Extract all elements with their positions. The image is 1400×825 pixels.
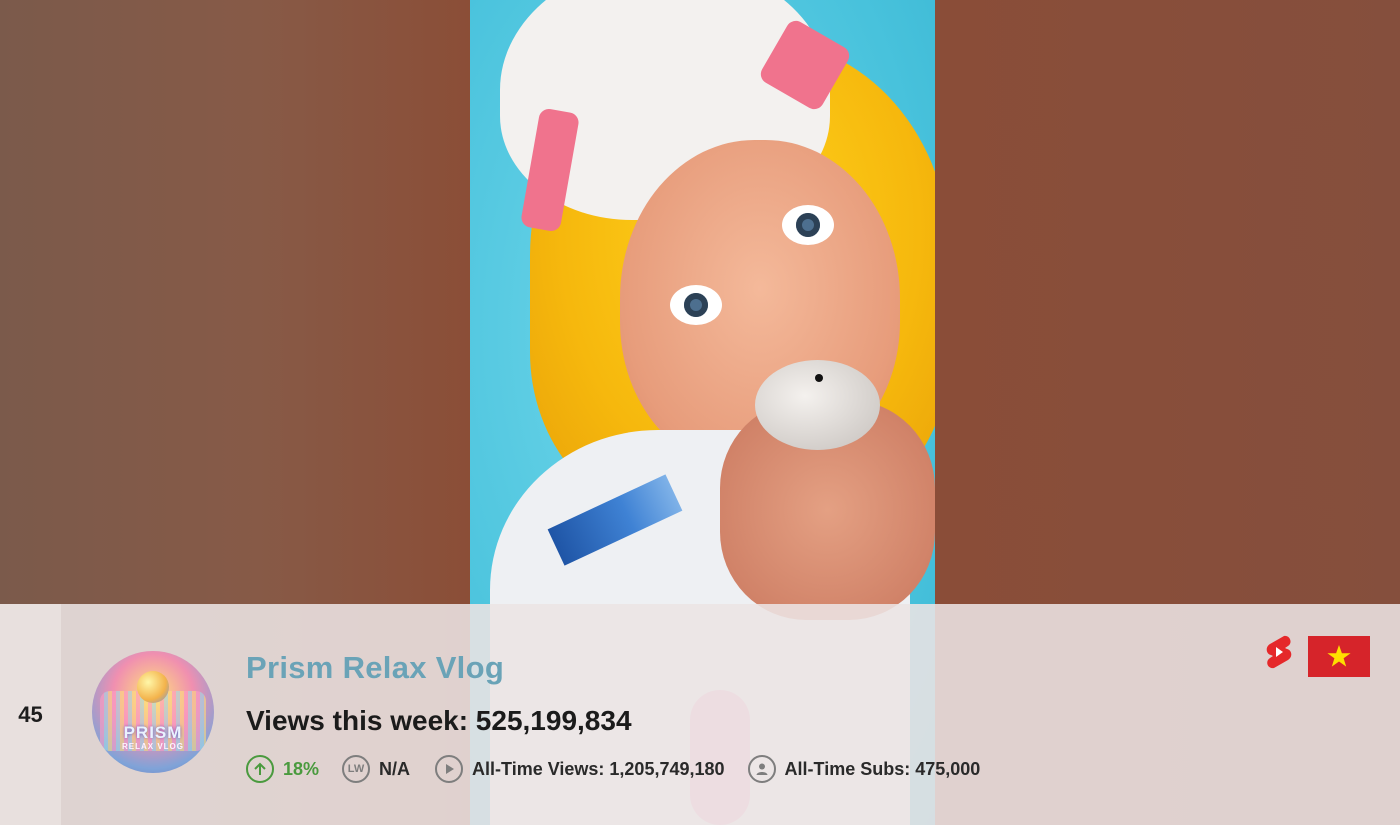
- all-time-views-stat: All-Time Views: 1,205,749,180: [435, 755, 725, 783]
- thumbnail-hamster: [755, 360, 880, 450]
- growth-value: 18%: [283, 758, 320, 779]
- rank-column: 45: [0, 604, 61, 825]
- all-time-views-value: All-Time Views: 1,205,749,180: [472, 758, 725, 779]
- channel-avatar[interactable]: PRISM RELAX VLOG: [92, 651, 214, 773]
- channel-name-link[interactable]: Prism Relax Vlog: [246, 650, 504, 686]
- youtube-shorts-icon[interactable]: [1264, 634, 1294, 670]
- avatar-orb: [137, 671, 169, 703]
- growth-stat: 18%: [246, 755, 319, 783]
- views-this-week: Views this week: 525,199,834: [246, 705, 632, 736]
- vietnam-flag: [1308, 636, 1370, 677]
- last-week-value: N/A: [379, 758, 411, 779]
- rank-number: 45: [18, 702, 43, 727]
- star-icon: [1327, 645, 1351, 667]
- stats-row: 18% LW N/A All-Time Views: 1,205,749,180…: [246, 753, 980, 785]
- thumbnail-eye: [670, 285, 722, 325]
- all-time-subs-value: All-Time Subs: 475,000: [784, 758, 981, 779]
- avatar-logo-text: PRISM: [123, 723, 183, 742]
- arrow-up-circle-icon: [246, 755, 274, 783]
- channel-info-bar: 45 PRISM RELAX VLOG Prism Relax Vlog Vie…: [0, 604, 1400, 825]
- last-week-stat: LW N/A: [342, 755, 410, 783]
- user-circle-icon: [747, 755, 776, 783]
- lw-badge-text: LW: [347, 763, 365, 775]
- play-circle-icon: [435, 755, 464, 783]
- thumbnail-eye: [782, 205, 834, 245]
- all-time-subs-stat: All-Time Subs: 475,000: [747, 755, 981, 783]
- lw-badge-icon: LW: [342, 755, 371, 783]
- avatar-logo-subtext: RELAX VLOG: [121, 742, 184, 751]
